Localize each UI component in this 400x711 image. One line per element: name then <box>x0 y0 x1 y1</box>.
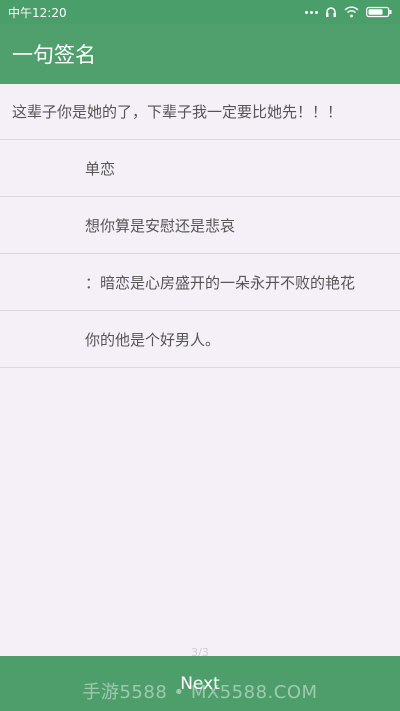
list-item[interactable]: ：暗恋是心房盛开的一朵永开不败的艳花 <box>0 254 400 311</box>
list-item-text: 想你算是安慰还是悲哀 <box>85 216 236 235</box>
battery-icon <box>366 6 392 18</box>
list-item-text: ：暗恋是心房盛开的一朵永开不败的艳花 <box>85 273 356 292</box>
list-item-text: 你的他是个好男人。 <box>85 330 221 349</box>
list-item[interactable]: 这辈子你是她的了，下辈子我一定要比她先！！！ <box>0 84 400 140</box>
app-bar: 一句签名 <box>0 24 400 84</box>
list-item[interactable]: 单恋 <box>0 140 400 197</box>
signature-list: 这辈子你是她的了，下辈子我一定要比她先！！！ 单恋 想你算是安慰还是悲哀 ：暗恋… <box>0 84 400 368</box>
headphones-icon <box>326 7 336 17</box>
bottom-bar: Next <box>0 656 400 711</box>
list-item-text: 单恋 <box>85 159 116 178</box>
list-item-text: 这辈子你是她的了，下辈子我一定要比她先！！！ <box>12 103 343 121</box>
next-button[interactable]: Next <box>180 674 220 694</box>
status-bar: 中午12:20 <box>0 0 400 24</box>
list-item[interactable]: 你的他是个好男人。 <box>0 311 400 368</box>
more-dots-icon <box>305 10 318 14</box>
status-time: 中午12:20 <box>8 5 67 20</box>
list-item[interactable]: 想你算是安慰还是悲哀 <box>0 197 400 254</box>
status-icons <box>305 6 392 18</box>
page-title: 一句签名 <box>12 43 96 67</box>
wifi-icon <box>344 6 359 18</box>
